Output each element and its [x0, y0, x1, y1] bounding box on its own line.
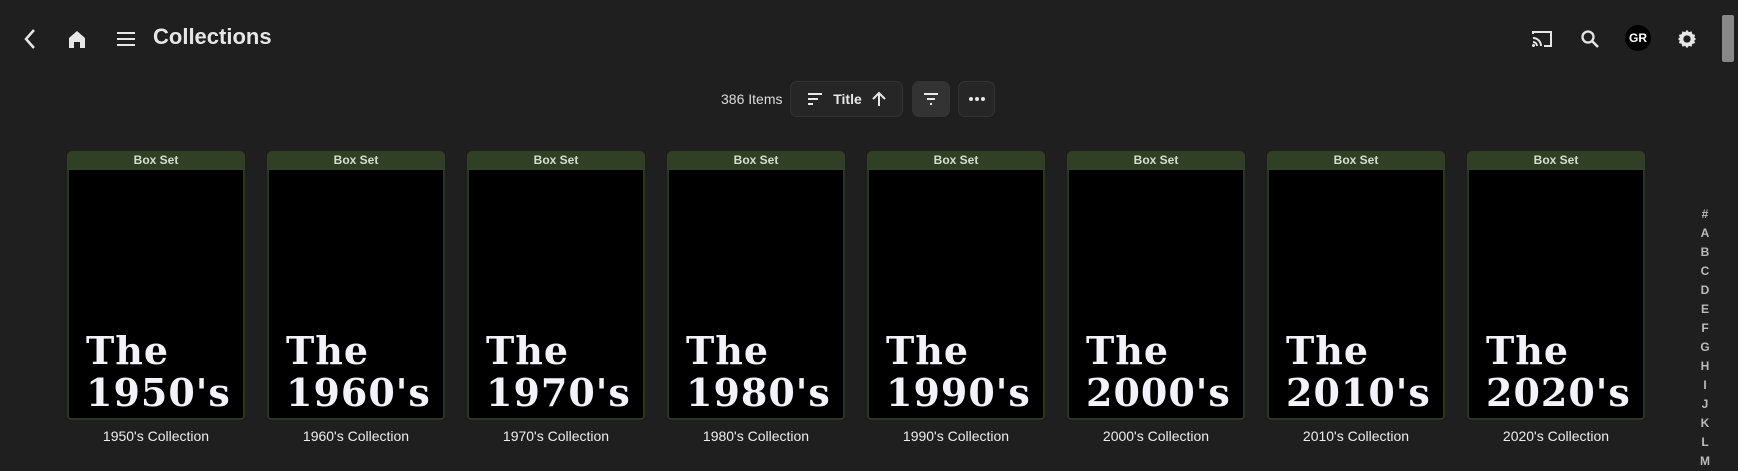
search-icon [1581, 30, 1599, 48]
alphabet-letter[interactable]: I [1696, 376, 1714, 395]
poster-line: The [686, 328, 770, 373]
box-set-badge: Box Set [67, 151, 245, 170]
poster-image[interactable]: The 1960's [267, 170, 445, 420]
poster-text: The 1990's [886, 330, 1031, 414]
poster-line: The [286, 328, 370, 373]
card-caption[interactable]: 1960's Collection [267, 428, 445, 444]
poster-line: 1990's [886, 370, 1031, 415]
poster-line: 1980's [686, 370, 831, 415]
poster-text: The 2000's [1086, 330, 1231, 414]
filter-icon [924, 93, 938, 105]
poster-line: 2000's [1086, 370, 1231, 415]
alphabet-letter[interactable]: L [1696, 433, 1714, 452]
box-set-badge: Box Set [467, 151, 645, 170]
collection-card[interactable]: Box Set The 1960's 1960's Collection [267, 151, 445, 444]
alphabet-letter[interactable]: # [1696, 205, 1714, 224]
page-title: Collections [153, 24, 272, 49]
poster-line: 2010's [1286, 370, 1431, 415]
user-avatar[interactable]: GR [1625, 25, 1651, 51]
home-button[interactable] [64, 26, 90, 52]
card-caption[interactable]: 2010's Collection [1267, 428, 1445, 444]
poster-line: 1970's [486, 370, 631, 415]
alphabet-letter[interactable]: A [1696, 224, 1714, 243]
poster-line: The [486, 328, 570, 373]
box-set-badge: Box Set [867, 151, 1045, 170]
box-set-badge: Box Set [667, 151, 845, 170]
alphabet-letter[interactable]: B [1696, 243, 1714, 262]
filter-button[interactable] [912, 81, 950, 117]
card-caption[interactable]: 1980's Collection [667, 428, 845, 444]
poster-line: The [1486, 328, 1570, 373]
item-count: 386 Items [721, 91, 783, 107]
alphabet-letter[interactable]: G [1696, 338, 1714, 357]
gear-icon [1677, 29, 1697, 49]
more-horizontal-icon [968, 97, 985, 101]
poster-text: The 1980's [686, 330, 831, 414]
alphabet-letter[interactable]: E [1696, 300, 1714, 319]
alphabet-letter[interactable]: F [1696, 319, 1714, 338]
collection-card[interactable]: Box Set The 1980's 1980's Collection [667, 151, 845, 444]
settings-button[interactable] [1674, 26, 1700, 52]
collection-card[interactable]: Box Set The 1950's 1950's Collection [67, 151, 245, 444]
sort-icon [808, 93, 823, 105]
alphabet-letter[interactable]: C [1696, 262, 1714, 281]
card-caption[interactable]: 1950's Collection [67, 428, 245, 444]
box-set-badge: Box Set [267, 151, 445, 170]
card-caption[interactable]: 2000's Collection [1067, 428, 1245, 444]
box-set-badge: Box Set [1067, 151, 1245, 170]
poster-image[interactable]: The 1990's [867, 170, 1045, 420]
card-caption[interactable]: 2020's Collection [1467, 428, 1645, 444]
alphabet-letter[interactable]: H [1696, 357, 1714, 376]
menu-button[interactable] [113, 26, 139, 52]
poster-line: The [886, 328, 970, 373]
collection-card[interactable]: Box Set The 2000's 2000's Collection [1067, 151, 1245, 444]
poster-text: The 2010's [1286, 330, 1431, 414]
sort-button[interactable]: Title [790, 81, 903, 117]
poster-image[interactable]: The 2000's [1067, 170, 1245, 420]
hamburger-icon [117, 32, 135, 46]
alphabet-letter[interactable]: D [1696, 281, 1714, 300]
alphabet-picker: # A B C D E F G H I J K L M [1696, 205, 1714, 471]
alphabet-letter[interactable]: J [1696, 395, 1714, 414]
more-options-button[interactable] [958, 81, 995, 117]
poster-line: The [1286, 328, 1370, 373]
poster-image[interactable]: The 1970's [467, 170, 645, 420]
box-set-badge: Box Set [1467, 151, 1645, 170]
card-caption[interactable]: 1990's Collection [867, 428, 1045, 444]
poster-line: The [86, 328, 170, 373]
poster-text: The 2020's [1486, 330, 1631, 414]
collection-card[interactable]: Box Set The 2010's 2010's Collection [1267, 151, 1445, 444]
poster-image[interactable]: The 1950's [67, 170, 245, 420]
poster-line: 1950's [86, 370, 231, 415]
poster-text: The 1970's [486, 330, 631, 414]
alphabet-letter[interactable]: K [1696, 414, 1714, 433]
poster-line: 1960's [286, 370, 431, 415]
scrollbar[interactable] [1722, 15, 1734, 62]
poster-image[interactable]: The 2020's [1467, 170, 1645, 420]
arrow-up-icon [872, 91, 886, 106]
chevron-left-icon [24, 29, 35, 49]
cast-button[interactable] [1529, 26, 1555, 52]
poster-image[interactable]: The 1980's [667, 170, 845, 420]
poster-text: The 1960's [286, 330, 431, 414]
poster-text: The 1950's [86, 330, 231, 414]
cast-icon [1532, 31, 1552, 47]
search-button[interactable] [1577, 26, 1603, 52]
card-caption[interactable]: 1970's Collection [467, 428, 645, 444]
poster-image[interactable]: The 2010's [1267, 170, 1445, 420]
home-icon [69, 31, 85, 48]
collection-card[interactable]: Box Set The 1990's 1990's Collection [867, 151, 1045, 444]
collection-card[interactable]: Box Set The 2020's 2020's Collection [1467, 151, 1645, 444]
collection-card[interactable]: Box Set The 1970's 1970's Collection [467, 151, 645, 444]
box-set-badge: Box Set [1267, 151, 1445, 170]
alphabet-letter[interactable]: M [1696, 452, 1714, 471]
poster-line: The [1086, 328, 1170, 373]
poster-line: 2020's [1486, 370, 1631, 415]
sort-label: Title [833, 91, 862, 107]
back-button[interactable] [17, 26, 43, 52]
